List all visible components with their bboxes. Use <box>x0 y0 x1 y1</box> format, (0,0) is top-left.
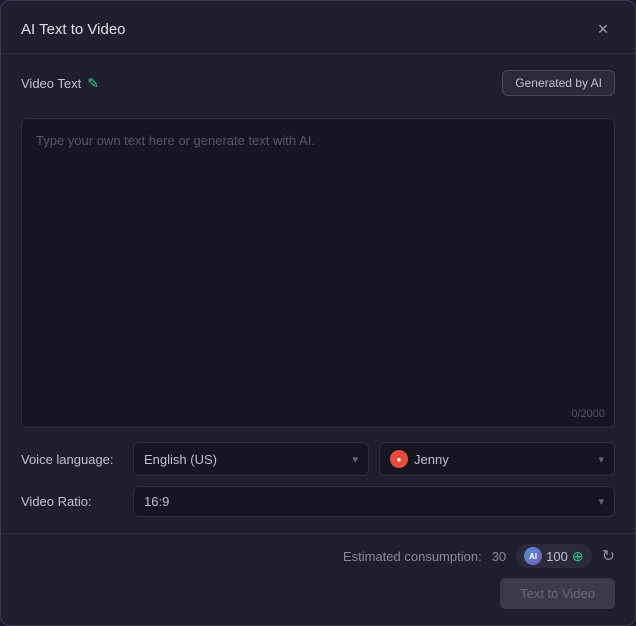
video-ratio-row: Video Ratio: 16:9 ▾ <box>21 486 615 517</box>
footer-row: Estimated consumption: 30 AI 100 ⊕ ↻ <box>21 544 615 568</box>
char-count: 0/2000 <box>571 408 605 420</box>
text-to-video-button[interactable]: Text to Video <box>500 578 615 609</box>
title-bar: AI Text to Video × <box>1 1 635 54</box>
voice-language-value: English (US) <box>144 452 217 467</box>
voice-name-chevron: ▾ <box>598 453 604 466</box>
estimated-consumption-label: Estimated consumption: <box>343 549 482 564</box>
form-rows: Voice language: English (US) ▾ ● Jenny <box>21 442 615 517</box>
video-ratio-select[interactable]: 16:9 ▾ <box>133 486 615 517</box>
voice-name-select[interactable]: ● Jenny ▾ <box>379 442 615 476</box>
add-credits-icon[interactable]: ⊕ <box>572 548 584 565</box>
ai-credits-badge: AI 100 ⊕ <box>516 544 591 568</box>
dialog-title: AI Text to Video <box>21 21 126 38</box>
video-text-input[interactable] <box>21 118 615 428</box>
voice-language-row: Voice language: English (US) ▾ ● Jenny <box>21 442 615 476</box>
voice-language-label: Voice language: <box>21 452 121 467</box>
textarea-wrapper: 0/2000 <box>21 118 615 428</box>
credits-number: 100 <box>546 549 568 564</box>
video-ratio-label: Video Ratio: <box>21 494 121 509</box>
voice-language-chevron: ▾ <box>352 453 358 466</box>
voice-name-left: ● Jenny <box>390 450 590 468</box>
video-text-label-text: Video Text <box>21 76 81 91</box>
generated-by-ai-button[interactable]: Generated by AI <box>502 70 615 96</box>
video-text-label: Video Text ✎ <box>21 75 99 92</box>
video-ratio-chevron: ▾ <box>598 495 604 508</box>
video-text-header: Video Text ✎ Generated by AI <box>21 70 615 96</box>
dialog-content: Video Text ✎ Generated by AI 0/2000 Voic… <box>1 54 635 533</box>
voice-name-value: Jenny <box>414 452 449 467</box>
voice-language-select[interactable]: English (US) ▾ <box>133 442 369 476</box>
consumption-value: 30 <box>492 549 506 564</box>
ai-icon-label: AI <box>529 552 537 561</box>
footer: Estimated consumption: 30 AI 100 ⊕ ↻ Tex… <box>1 533 635 625</box>
voice-dot-icon: ● <box>397 455 402 464</box>
video-ratio-value: 16:9 <box>144 494 169 509</box>
voice-selects-group: English (US) ▾ ● Jenny ▾ <box>133 442 615 476</box>
refresh-icon[interactable]: ↻ <box>602 546 615 566</box>
voice-avatar: ● <box>390 450 408 468</box>
edit-icon[interactable]: ✎ <box>87 75 99 92</box>
ai-icon: AI <box>524 547 542 565</box>
ai-text-to-video-dialog: AI Text to Video × Video Text ✎ Generate… <box>0 0 636 626</box>
close-button[interactable]: × <box>591 17 615 41</box>
